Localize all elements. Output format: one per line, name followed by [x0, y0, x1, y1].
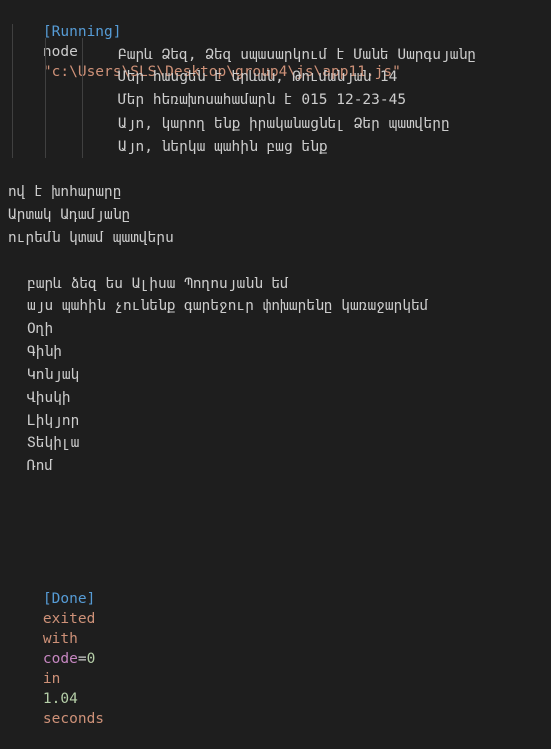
output-line: ուրեմն կտամ պատվերս: [8, 230, 174, 246]
output-line: Գինի: [27, 344, 62, 360]
exit-code: 0: [86, 651, 96, 667]
indent-guide: [12, 24, 13, 158]
output-line: Մեր հեռախոսահամարն է 015 12-23-45: [118, 92, 407, 108]
done-status-line: [Done] exited with code=0 in 1.04 second…: [8, 569, 104, 727]
output-line: Վիսկի: [27, 390, 71, 406]
indent-guide: [45, 38, 46, 158]
output-line: Այո, կարող ենք իրականացնել Ձեր պատվերը: [118, 116, 450, 132]
word-with: with: [42, 631, 78, 647]
output-line: Բարև Ձեզ, Ձեզ սպասարկում է Մանե Սարգսյան…: [118, 47, 476, 63]
output-line: բարև ձեզ ես Ալիսա Պողոսյանն եմ: [27, 276, 289, 292]
output-line: Կոնյակ: [27, 367, 80, 383]
output-line: Ռոմ: [27, 458, 54, 474]
word-seconds: seconds: [42, 711, 105, 727]
output-line: Օղի: [27, 321, 54, 337]
output-line: Տեկիլա: [27, 435, 80, 451]
output-line: Մեր հասցեն է երևան, Թումանյան 14: [118, 69, 398, 85]
code-key: code: [42, 651, 78, 667]
indent-guide: [82, 38, 83, 158]
equals-sign: =: [77, 651, 87, 667]
run-command-line: [Running] node "c:\Users\SLS\Desktop\gro…: [8, 2, 401, 80]
done-status: [Done]: [42, 591, 96, 607]
node-command: node: [42, 44, 78, 60]
duration: 1.04: [42, 691, 78, 707]
output-panel[interactable]: [Running] node "c:\Users\SLS\Desktop\gro…: [0, 0, 551, 727]
output-line: Այո, ներկա պահին բաց ենք: [118, 139, 328, 155]
word-exited: exited: [42, 611, 96, 627]
output-line: Լիկյոր: [27, 413, 80, 429]
output-line: ով է խոհարարը: [8, 184, 122, 200]
output-line: այս պահին չունենք գարեջուր փոխարենը կառա…: [27, 298, 429, 314]
output-line: Արտակ Ադամյանը: [8, 207, 131, 223]
word-in: in: [42, 671, 61, 687]
